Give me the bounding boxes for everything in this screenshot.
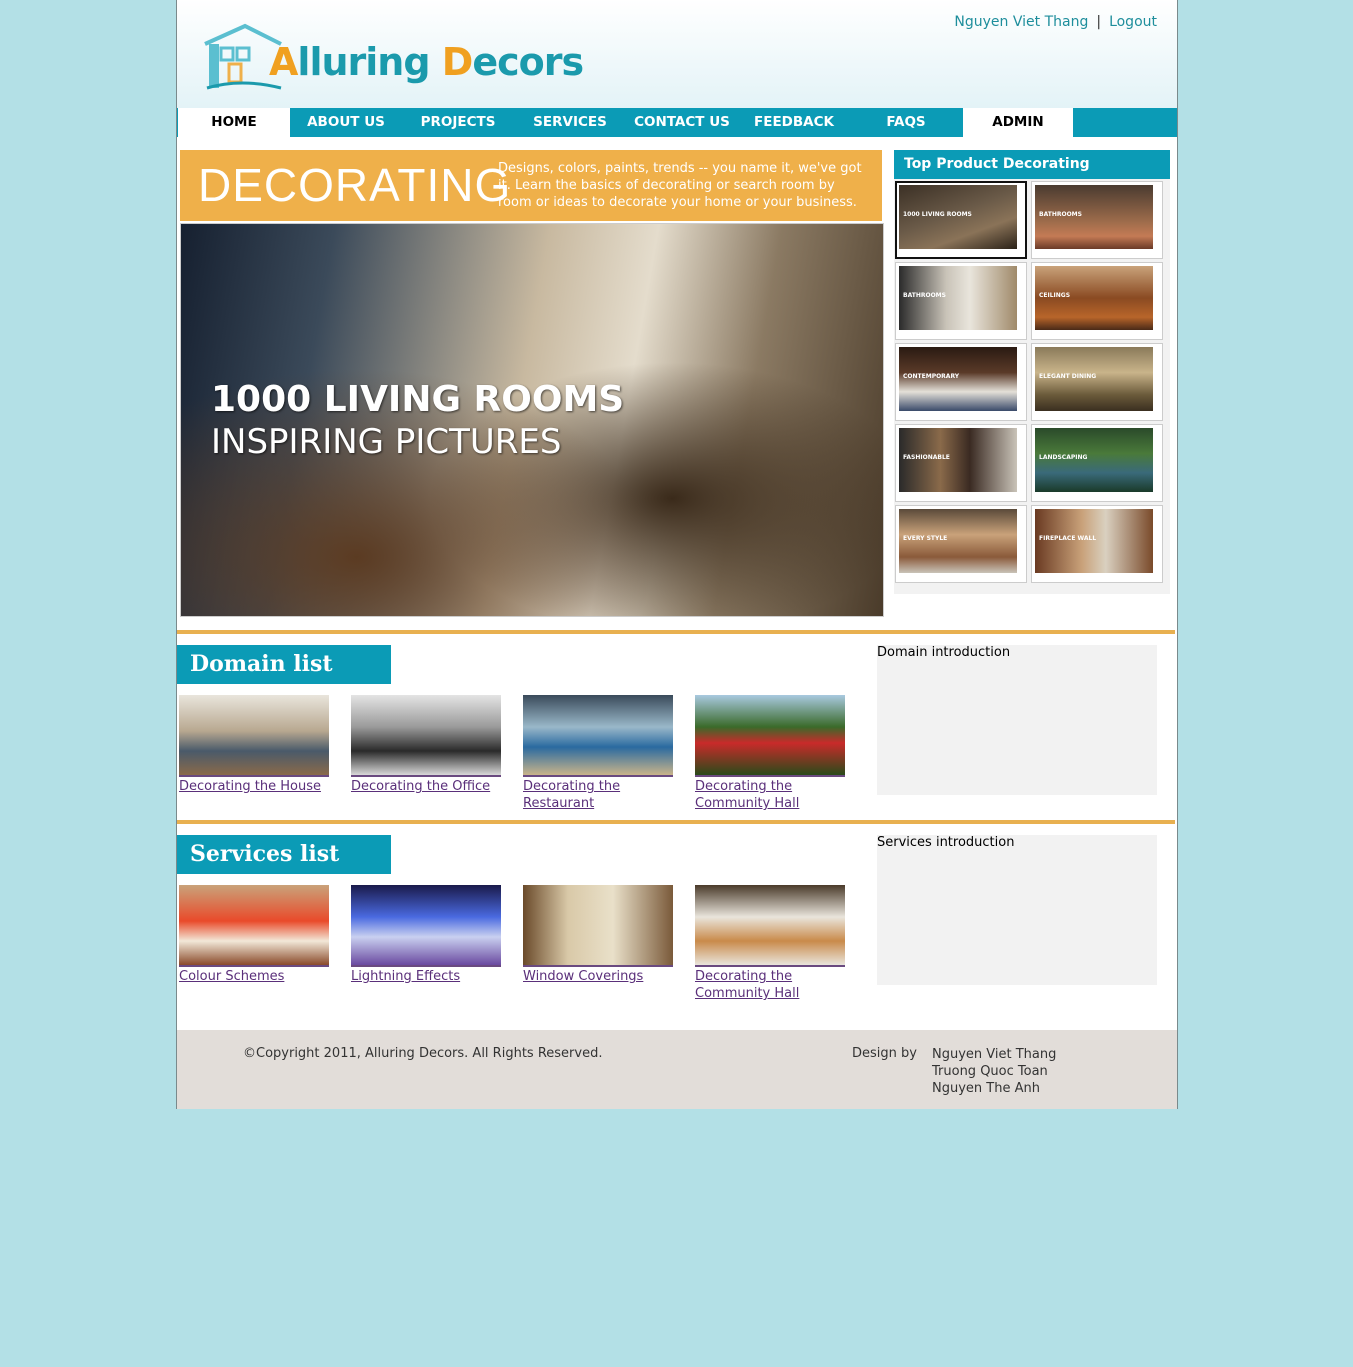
service-link-lightning-effects[interactable]: Lightning Effects	[351, 968, 501, 985]
thumb-label: LANDSCAPING	[1039, 454, 1088, 461]
house-photo[interactable]	[179, 695, 329, 777]
office-photo[interactable]	[351, 695, 501, 777]
thumb-fireplace-wall[interactable]: FIREPLACE WALL	[1031, 505, 1163, 583]
logo-word-2: ecors	[472, 40, 584, 84]
colour-schemes-photo[interactable]	[179, 885, 329, 967]
restaurant-photo[interactable]	[523, 695, 673, 777]
service-link-window-coverings[interactable]: Window Coverings	[523, 968, 673, 985]
thumb-contemporary[interactable]: CONTEMPORARY	[895, 343, 1027, 421]
living-room-photo	[181, 224, 883, 616]
thumb-image: CEILINGS	[1035, 266, 1153, 330]
thumb-label: CONTEMPORARY	[903, 373, 960, 380]
domain-card-office: Decorating the Office	[351, 695, 501, 795]
lightning-effects-photo[interactable]	[351, 885, 501, 967]
services-introduction: Services introduction	[877, 835, 1157, 985]
logo-letter-d: D	[441, 40, 474, 84]
domain-card-community-hall: Decorating the Community Hall	[695, 695, 845, 812]
thumb-elegant-dining[interactable]: ELEGANT DINING	[1031, 343, 1163, 421]
hero-description: Designs, colors, paints, trends -- you n…	[498, 161, 862, 210]
service-card-community-hall: Decorating the Community Hall	[695, 885, 845, 1002]
designer-name: Nguyen The Anh	[932, 1081, 1040, 1096]
window-coverings-photo[interactable]	[523, 885, 673, 967]
section-divider	[177, 820, 1175, 824]
thumb-fashionable[interactable]: FASHIONABLE	[895, 424, 1027, 502]
domain-introduction-text: Domain introduction	[877, 645, 1011, 660]
service-card-colour: Colour Schemes	[179, 885, 329, 985]
thumb-living-rooms[interactable]: 1000 LIVING ROOMS	[895, 181, 1027, 259]
thumb-bathrooms-2[interactable]: BATHROOMS	[895, 262, 1027, 340]
nav-about-us[interactable]: ABOUT US	[290, 108, 402, 137]
main-nav: HOME ABOUT US PROJECTS SERVICES CONTACT …	[177, 108, 1177, 137]
thumb-label: BATHROOMS	[1039, 211, 1082, 218]
service-card-lightning: Lightning Effects	[351, 885, 501, 985]
top-product-title: Top Product Decorating	[894, 150, 1170, 179]
header: Alluring Decors Nguyen Viet Thang | Logout	[177, 0, 1177, 108]
hero-image[interactable]: 1000 LIVING ROOMS INSPIRING PICTURES	[180, 223, 884, 617]
nav-contact-us[interactable]: CONTACT US	[626, 108, 738, 137]
site-logo[interactable]: Alluring Decors	[269, 40, 584, 84]
thumb-ceilings[interactable]: CEILINGS	[1031, 262, 1163, 340]
thumb-image: 1000 LIVING ROOMS	[899, 185, 1017, 249]
domain-link-restaurant[interactable]: Decorating the Restaurant	[523, 778, 673, 812]
thumb-label: FASHIONABLE	[903, 454, 950, 461]
page: Alluring Decors Nguyen Viet Thang | Logout…	[176, 0, 1178, 1109]
service-link-colour-schemes[interactable]: Colour Schemes	[179, 968, 329, 985]
separator: |	[1096, 14, 1102, 30]
nav-faqs[interactable]: FAQS	[850, 108, 962, 137]
logo-word-1: lluring	[297, 40, 442, 84]
nav-services[interactable]: SERVICES	[514, 108, 626, 137]
domain-list-heading: Domain list	[177, 645, 391, 684]
thumb-landscaping[interactable]: LANDSCAPING	[1031, 424, 1163, 502]
hero-image-caption-2: INSPIRING PICTURES	[211, 422, 562, 462]
logo-letter-a: A	[269, 40, 298, 84]
kitchen-photo[interactable]	[695, 885, 845, 967]
designer-list: Nguyen Viet Thang Truong Quoc Toan Nguye…	[932, 1046, 1056, 1097]
thumb-image: ELEGANT DINING	[1035, 347, 1153, 411]
domain-link-community-hall[interactable]: Decorating the Community Hall	[695, 778, 845, 812]
community-hall-photo[interactable]	[695, 695, 845, 777]
thumb-image: BATHROOMS	[899, 266, 1017, 330]
thumb-bathrooms-1[interactable]: BATHROOMS	[1031, 181, 1163, 259]
nav-projects[interactable]: PROJECTS	[402, 108, 514, 137]
thumb-label: ELEGANT DINING	[1039, 373, 1097, 380]
services-introduction-text: Services introduction	[877, 835, 1015, 850]
thumb-label: BATHROOMS	[903, 292, 946, 299]
thumb-label: CEILINGS	[1039, 292, 1071, 299]
designer-name: Truong Quoc Toan	[932, 1064, 1048, 1079]
section-divider	[177, 630, 1175, 634]
user-links: Nguyen Viet Thang | Logout	[954, 14, 1157, 30]
user-name-link[interactable]: Nguyen Viet Thang	[954, 14, 1088, 30]
hero-title: DECORATING	[198, 159, 512, 211]
top-product-panel: Top Product Decorating 1000 LIVING ROOMS…	[894, 150, 1170, 594]
thumb-image: LANDSCAPING	[1035, 428, 1153, 492]
thumb-label: EVERY STYLE	[903, 535, 948, 542]
domain-link-house[interactable]: Decorating the House	[179, 778, 329, 795]
hero-image-caption-1: 1000 LIVING ROOMS	[211, 379, 625, 420]
designer-name: Nguyen Viet Thang	[932, 1047, 1057, 1062]
domain-link-office[interactable]: Decorating the Office	[351, 778, 501, 795]
thumb-every-style[interactable]: EVERY STYLE	[895, 505, 1027, 583]
footer: ©Copyright 2011, Alluring Decors. All Ri…	[177, 1030, 1177, 1109]
domain-card-restaurant: Decorating the Restaurant	[523, 695, 673, 812]
thumb-label: 1000 LIVING ROOMS	[903, 211, 972, 218]
thumb-label: FIREPLACE WALL	[1039, 535, 1097, 542]
services-list-heading: Services list	[177, 835, 391, 874]
nav-admin[interactable]: ADMIN	[963, 108, 1073, 137]
thumb-image: FASHIONABLE	[899, 428, 1017, 492]
thumb-image: EVERY STYLE	[899, 509, 1017, 573]
domain-introduction: Domain introduction	[877, 645, 1157, 795]
service-link-community-hall[interactable]: Decorating the Community Hall	[695, 968, 845, 1002]
nav-feedback[interactable]: FEEDBACK	[738, 108, 850, 137]
service-card-window: Window Coverings	[523, 885, 673, 985]
nav-home[interactable]: HOME	[178, 108, 290, 137]
thumb-image: BATHROOMS	[1035, 185, 1153, 249]
design-by-label: Design by	[852, 1046, 917, 1061]
domain-card-house: Decorating the House	[179, 695, 329, 795]
copyright: ©Copyright 2011, Alluring Decors. All Ri…	[243, 1046, 603, 1061]
hero-banner: DECORATING Designs, colors, paints, tren…	[180, 150, 882, 221]
thumb-image: CONTEMPORARY	[899, 347, 1017, 411]
thumb-image: FIREPLACE WALL	[1035, 509, 1153, 573]
logout-link[interactable]: Logout	[1109, 14, 1157, 30]
